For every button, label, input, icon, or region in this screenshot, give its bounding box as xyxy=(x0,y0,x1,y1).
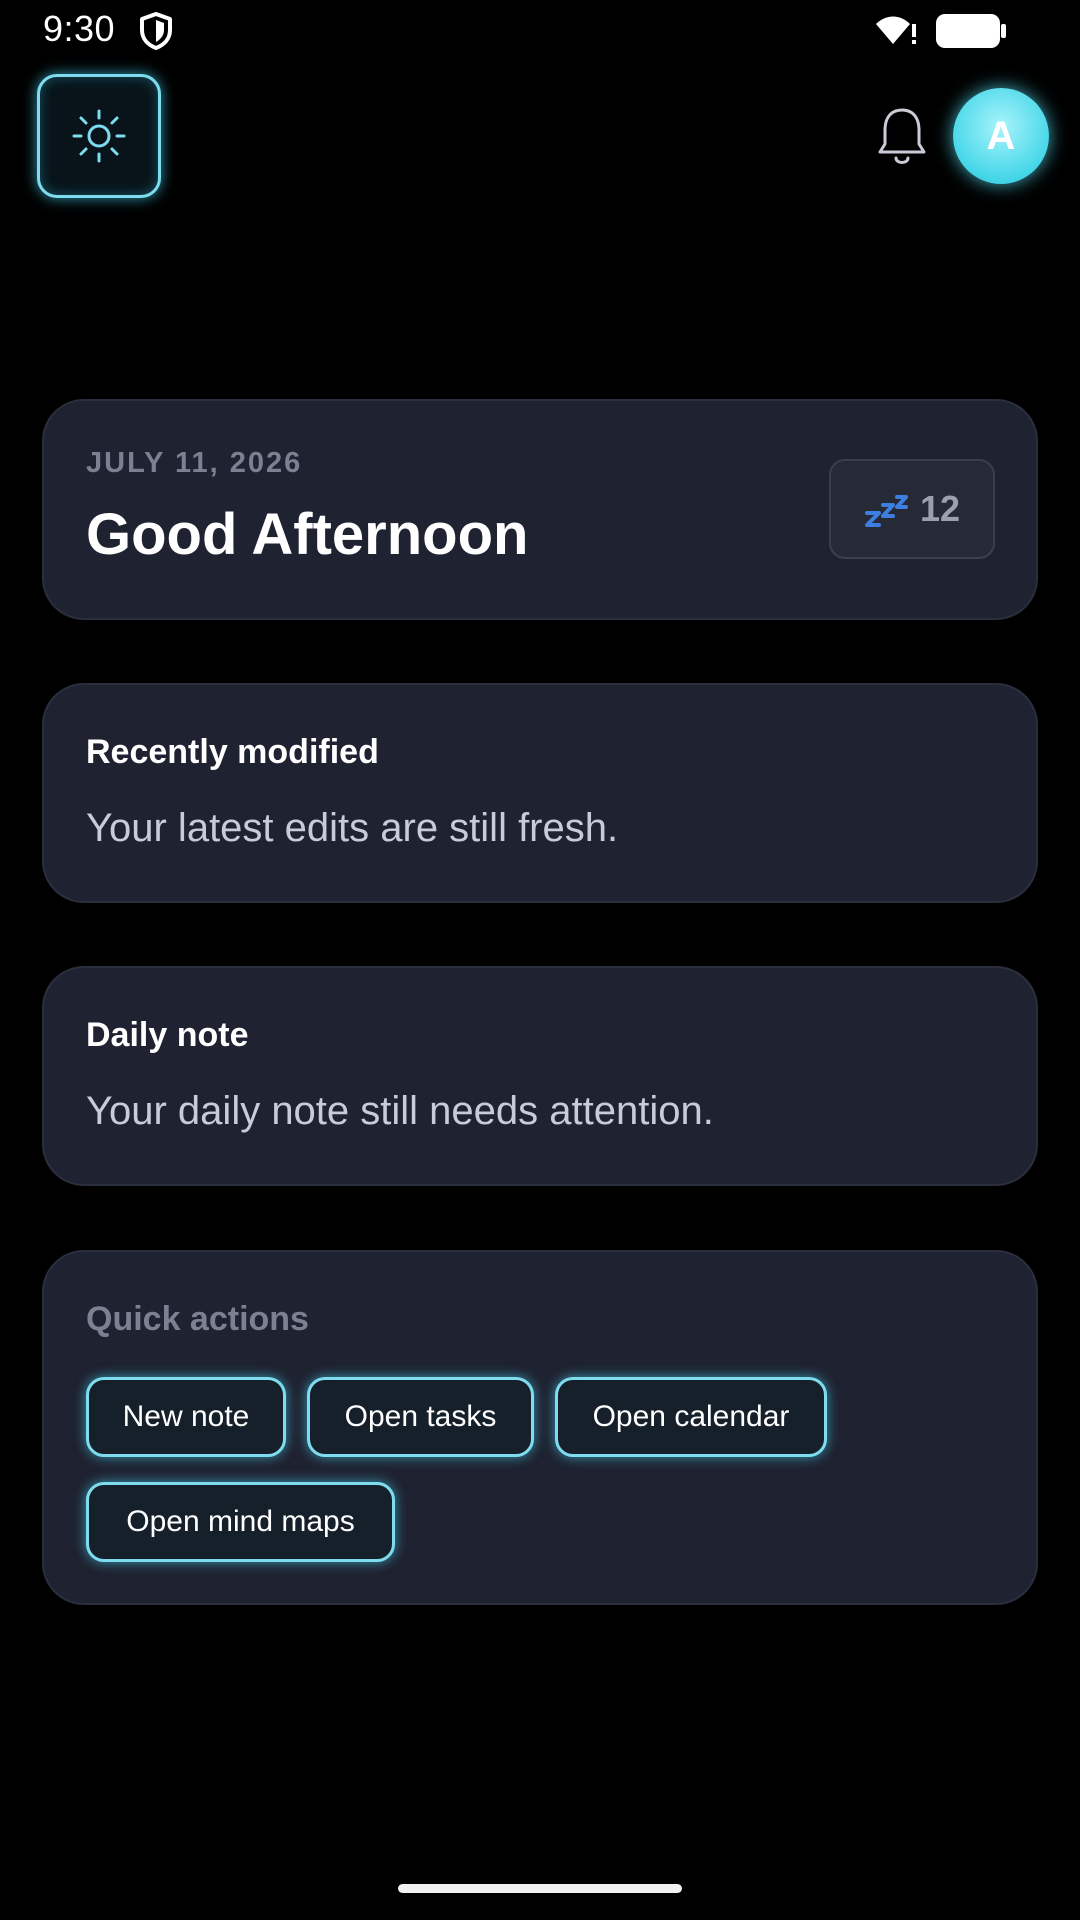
battery-icon xyxy=(936,14,1006,48)
sun-icon xyxy=(72,109,126,163)
sleep-badge[interactable]: 12 xyxy=(829,459,995,559)
badge-count: 12 xyxy=(919,488,961,529)
greeting-card: JULY 11, 2026 Good Afternoon 12 xyxy=(42,399,1038,620)
theme-toggle-button[interactable] xyxy=(37,74,161,198)
shield-icon xyxy=(140,12,172,50)
quick-actions-title: Quick actions xyxy=(86,1300,309,1338)
card-title: Recently modified xyxy=(86,733,379,771)
bell-icon[interactable] xyxy=(876,106,928,168)
open-calendar-button[interactable]: Open calendar xyxy=(555,1377,827,1457)
home-indicator[interactable] xyxy=(398,1884,682,1893)
wifi-icon xyxy=(876,16,916,44)
card-title: Daily note xyxy=(86,1016,249,1054)
zzz-icon xyxy=(864,495,908,527)
avatar[interactable]: A xyxy=(953,88,1049,184)
open-mind-maps-button[interactable]: Open mind maps xyxy=(86,1482,395,1562)
date-label: JULY 11, 2026 xyxy=(86,447,303,479)
greeting-title: Good Afternoon xyxy=(86,502,529,567)
daily-note-card[interactable]: Daily note Your daily note still needs a… xyxy=(42,966,1038,1186)
card-body: Your daily note still needs attention. xyxy=(86,1089,714,1133)
card-body: Your latest edits are still fresh. xyxy=(86,806,619,850)
new-note-button[interactable]: New note xyxy=(86,1377,286,1457)
quick-actions-card: Quick actions New note Open tasks Open c… xyxy=(42,1250,1038,1605)
open-tasks-button[interactable]: Open tasks xyxy=(307,1377,534,1457)
status-time: 9:30 xyxy=(43,8,116,49)
status-bar: 9:30 xyxy=(0,0,1080,62)
recently-modified-card[interactable]: Recently modified Your latest edits are … xyxy=(42,683,1038,903)
